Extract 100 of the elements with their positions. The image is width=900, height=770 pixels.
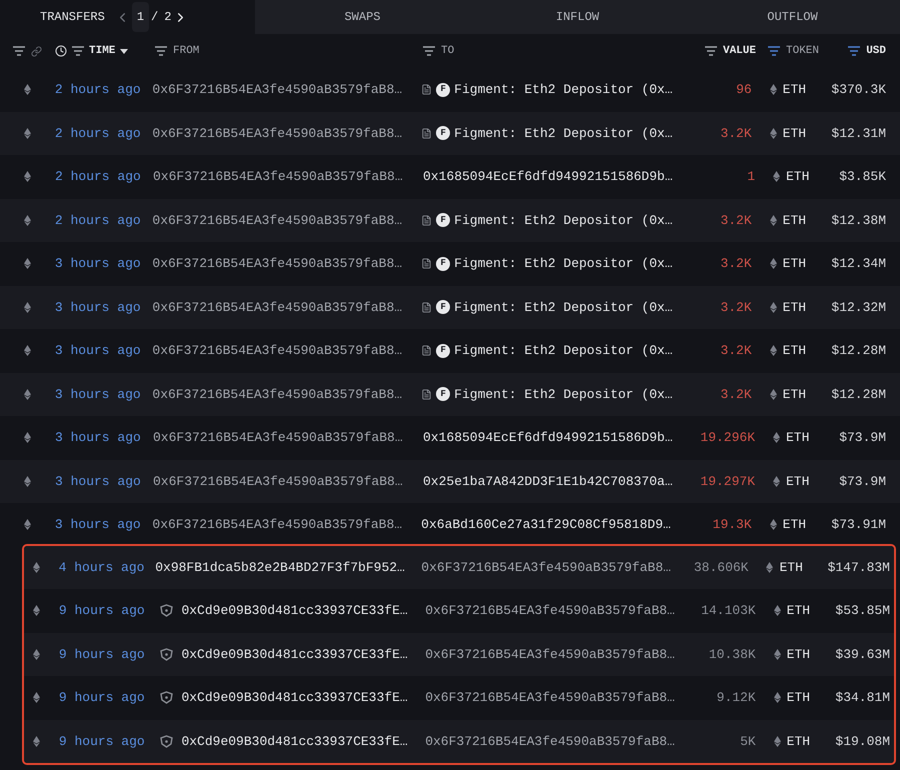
address-link[interactable]: 0x6F37216B54EA3fe4590aB3579faB8… [153,167,403,186]
token-text[interactable]: ETH [786,472,810,491]
token-text[interactable]: ETH [782,210,806,230]
tab[interactable]: INFLOW [470,0,685,34]
address-link[interactable]: 0x6F37216B54EA3fe4590aB3579faB8… [153,428,403,448]
address-link[interactable]: 0x6F37216B54EA3fe4590aB3579faB8… [425,688,675,708]
token-text[interactable]: ETH [782,80,806,100]
tab[interactable]: SWAPS [255,0,470,34]
address-link[interactable]: 0x25e1ba7A842DD3F1E1b42C708370a… [423,472,673,491]
token-text[interactable]: ETH [782,298,806,317]
address-link[interactable]: 0xCd9e09B30d481cc33937CE33fE… [181,732,408,751]
table-row[interactable]: 3 hours ago 0x6F37216B54EA3fe4590aB3579faB8… F Figment: Eth2 Depositor (0x… 3.2K ETH $12.28M [0,372,900,416]
token-text[interactable]: ETH [782,124,806,143]
address-link[interactable]: 0x6F37216B54EA3fe4590aB3579faB8… [421,558,671,577]
column-header[interactable]: TO [441,42,454,60]
address-link[interactable]: 0x6F37216B54EA3fe4590aB3579faB8… [425,732,675,751]
time-link[interactable]: 3 hours ago [54,384,152,404]
page-number[interactable]: 1 [132,2,150,32]
address-link[interactable]: Figment: Eth2 Depositor (0x… [454,124,673,143]
time-link[interactable]: 3 hours ago [54,298,152,317]
token-text[interactable]: ETH [786,732,810,751]
column-header[interactable]: VALUE [722,42,756,60]
column-header[interactable]: USD [866,42,886,60]
value-text: 5K [740,732,756,750]
address-link[interactable]: 0x6aBd160Ce27a31f29C08Cf95818D9… [421,515,671,534]
tab[interactable]: OUTFLOW [685,0,900,34]
time-link[interactable]: 3 hours ago [55,472,153,491]
address-link[interactable]: 0xCd9e09B30d481cc33937CE33fE… [181,601,408,620]
clock-icon[interactable] [55,45,67,57]
token-text[interactable]: ETH [782,384,806,404]
sort-down-icon[interactable] [120,48,128,54]
token-text[interactable]: ETH [782,341,806,360]
address-link[interactable]: Figment: Eth2 Depositor (0x… [454,210,673,230]
filter-icon[interactable] [704,46,717,56]
usd-text: $39.63M [835,646,890,664]
token-text[interactable]: ETH [786,428,810,448]
address-link[interactable]: 0x98FB1dca5b82e2B4BD27F3f7bF952… [155,558,405,577]
time-link[interactable]: 9 hours ago [58,688,156,708]
address-link[interactable]: 0x6F37216B54EA3fe4590aB3579faB8… [152,515,402,534]
address-link[interactable]: 0x6F37216B54EA3fe4590aB3579faB8… [152,210,402,230]
token-text[interactable]: ETH [786,644,810,664]
link-icon[interactable] [31,46,42,56]
address-link[interactable]: 0x6F37216B54EA3fe4590aB3579faB8… [152,384,402,404]
address-link[interactable]: Figment: Eth2 Depositor (0x… [454,341,673,360]
address-link[interactable]: 0x6F37216B54EA3fe4590aB3579faB8… [152,341,402,360]
column-header[interactable]: FROM [173,42,200,60]
table-row[interactable]: 2 hours ago 0x6F37216B54EA3fe4590aB3579faB8… F Figment: Eth2 Depositor (0x… 3.2K ETH $12.38M [0,198,900,242]
address-link[interactable]: Figment: Eth2 Depositor (0x… [454,80,673,100]
value-text: 3.2K [720,386,752,404]
address-link[interactable]: 0x6F37216B54EA3fe4590aB3579faB8… [152,298,402,317]
ethereum-icon [770,128,777,139]
address-link[interactable]: Figment: Eth2 Depositor (0x… [454,254,673,274]
table-row[interactable]: 9 hours ago 0xCd9e09B30d481cc33937CE33fE… 0x6F37216B54EA3fe4590aB3579faB8… 10.38K ETH $39.63M [24,632,894,676]
time-link[interactable]: 2 hours ago [54,80,152,100]
time-link[interactable]: 2 hours ago [55,167,153,186]
usd-text: $12.34M [831,255,886,273]
address-link[interactable]: 0x6F37216B54EA3fe4590aB3579faB8… [152,124,402,143]
time-link[interactable]: 3 hours ago [55,428,153,448]
filter-icon[interactable] [13,46,25,56]
address-link[interactable]: 0x6F37216B54EA3fe4590aB3579faB8… [425,601,675,620]
address-link[interactable]: 0x6F37216B54EA3fe4590aB3579faB8… [425,644,675,664]
address-link[interactable]: 0x6F37216B54EA3fe4590aB3579faB8… [152,80,402,100]
address-link[interactable]: 0xCd9e09B30d481cc33937CE33fE… [181,688,408,708]
table-row[interactable]: 3 hours ago 0x6F37216B54EA3fe4590aB3579faB8… 0x25e1ba7A842DD3F1E1b42C708370a… 19.297K ETH $73.9M [0,460,900,503]
token-text[interactable]: ETH [782,515,806,534]
time-link[interactable]: 3 hours ago [54,341,152,360]
time-link[interactable]: 9 hours ago [58,644,156,664]
address-link[interactable]: 0x6F37216B54EA3fe4590aB3579faB8… [153,472,403,491]
usd-text: $19.08M [835,732,890,750]
column-header[interactable]: TOKEN [786,42,820,60]
time-link[interactable]: 9 hours ago [58,732,156,751]
usd-text: $73.91M [831,516,886,534]
table-row[interactable]: 2 hours ago 0x6F37216B54EA3fe4590aB3579faB8… F Figment: Eth2 Depositor (0x… 3.2K ETH $12.31M [0,112,900,155]
token-text[interactable]: ETH [786,688,810,708]
column-header[interactable]: TIME [89,42,116,60]
address-link[interactable]: Figment: Eth2 Depositor (0x… [454,384,673,404]
address-link[interactable]: 0x6F37216B54EA3fe4590aB3579faB8… [152,254,402,274]
filter-icon[interactable] [768,46,780,56]
token-text[interactable]: ETH [782,254,806,274]
table-row[interactable]: 3 hours ago 0x6F37216B54EA3fe4590aB3579faB8… F Figment: Eth2 Depositor (0x… 3.2K ETH $12.32M [0,286,900,329]
address-link[interactable]: 0x1685094EcEf6dfd94992151586D9b… [423,428,673,448]
filter-icon[interactable] [848,46,860,56]
address-link[interactable]: 0xCd9e09B30d481cc33937CE33fE… [181,644,408,664]
filter-icon[interactable] [72,46,84,56]
address-link[interactable]: Figment: Eth2 Depositor (0x… [454,298,673,317]
filter-icon[interactable] [423,46,435,56]
time-link[interactable]: 2 hours ago [54,124,152,143]
token-text[interactable]: ETH [779,558,803,577]
token-text[interactable]: ETH [786,167,810,186]
filter-icon[interactable] [155,46,167,56]
table-row[interactable]: 4 hours ago 0x98FB1dca5b82e2B4BD27F3f7bF952… 0x6F37216B54EA3fe4590aB3579faB8… 38.606K ETH $147.83M [24,546,894,589]
ethereum-icon [774,736,781,747]
time-link[interactable]: 3 hours ago [54,515,152,534]
token-text[interactable]: ETH [786,601,810,620]
time-link[interactable]: 9 hours ago [58,601,156,620]
time-link[interactable]: 4 hours ago [58,558,156,577]
address-link[interactable]: 0x1685094EcEf6dfd94992151586D9b… [423,167,673,186]
time-link[interactable]: 2 hours ago [54,210,152,230]
time-link[interactable]: 3 hours ago [54,254,152,274]
table-row[interactable]: 9 hours ago 0xCd9e09B30d481cc33937CE33fE… 0x6F37216B54EA3fe4590aB3579faB8… 5K ETH $19.08M [24,720,894,763]
